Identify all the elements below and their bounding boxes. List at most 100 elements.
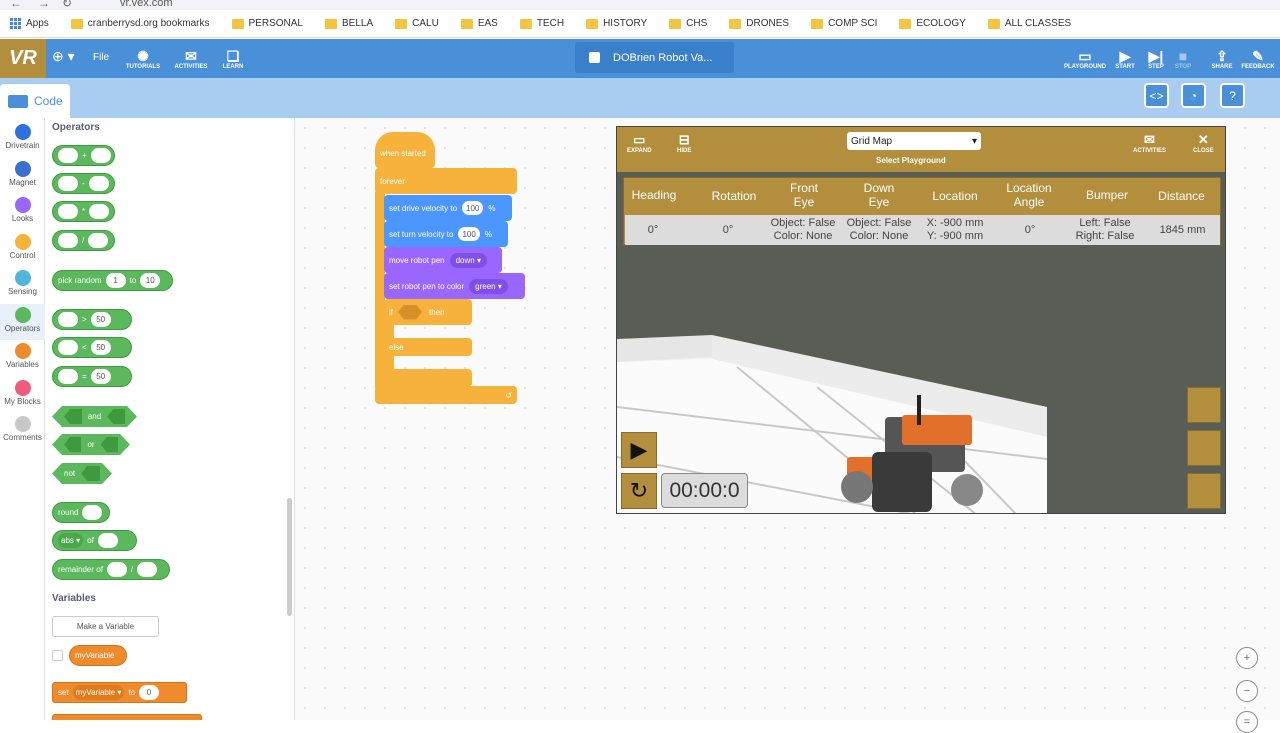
round-block[interactable]: round [52,502,110,523]
and-block[interactable]: and [52,406,137,427]
down-eye-value: Object: False Color: None [846,217,912,242]
tutorials-button[interactable]: ✺ TUTORIALS [124,39,162,78]
greater-than-block[interactable]: >50 [52,309,132,330]
when-started-block[interactable]: when started [375,132,435,168]
zoom-reset-icon[interactable]: = [1236,711,1258,733]
bookmark-item[interactable]: DRONES [729,18,789,29]
stop-button[interactable]: ■ STOP [1172,39,1194,78]
equals-block[interactable]: = 50 [52,366,132,387]
set-drive-velocity-block[interactable]: set drive velocity to 100 % [384,195,512,221]
category-operators[interactable]: Operators [0,304,45,340]
bumper-header: Bumper [1085,188,1129,202]
bookmark-item[interactable]: ECOLOGY [899,18,966,29]
playground-select[interactable]: Grid Map ▾ [847,132,981,150]
bookmark-item[interactable]: COMP SCI [811,18,877,29]
bookmark-item[interactable]: HISTORY [586,18,647,29]
bookmark-item[interactable]: EAS [460,18,498,29]
if-else-block[interactable]: if then [384,299,472,325]
less-than-block[interactable]: <50 [52,337,132,358]
rotation-header: Rotation [711,189,757,203]
expand-button[interactable]: ▭ EXPAND [627,132,652,154]
feedback-button[interactable]: ✎ FEEDBACK [1240,39,1276,78]
share-button[interactable]: ⇪ SHARE [1208,39,1236,78]
bookmark-item[interactable]: BELLA [324,18,373,29]
forward-icon[interactable]: → [38,0,50,10]
expand-icon: ▭ [633,132,646,147]
multiply-block[interactable]: * [52,201,115,222]
pg-activities-button[interactable]: ✉ ACTIVITIES [1133,132,1166,154]
operators-heading: Operators [52,122,100,133]
file-menu[interactable]: File [93,52,109,63]
step-button[interactable]: ▶| STEP [1145,39,1167,78]
bookmark-item[interactable]: ALL CLASSES [987,18,1071,29]
set-robot-pen-color-block[interactable]: set robot pen to color green ▾ [384,273,525,299]
playground-icon: ▭ [1078,47,1092,64]
divide-block[interactable]: / [52,230,115,251]
location-angle-value: 0° [1024,224,1036,236]
make-variable-button[interactable]: Make a Variable [52,616,159,637]
folder-icon [231,18,244,29]
bookmark-item[interactable]: CALU [395,18,439,29]
my-variable-block[interactable]: myVariable [69,645,127,666]
camera-toggle-button[interactable] [1187,430,1221,466]
address-bar[interactable]: vr.vex.com [120,0,173,9]
project-name[interactable]: DOBrien Robot Va... [575,42,734,73]
bookmark-item[interactable]: PERSONAL [231,18,303,29]
reload-icon[interactable]: ↻ [62,0,72,10]
variable-checkbox[interactable] [52,650,63,661]
hide-button[interactable]: ⊟ HIDE [677,132,691,154]
bookmark-item[interactable]: cranberrysd.org bookmarks [70,18,210,29]
reset-button[interactable]: ↻ [621,473,657,509]
help-button[interactable]: ? [1220,83,1245,108]
category-looks[interactable]: Looks [0,197,45,223]
playground-button[interactable]: ▭ PLAYGROUND [1062,39,1108,78]
category-magnet[interactable]: Magnet [0,161,45,187]
category-variables[interactable]: Variables [0,343,45,369]
play-button[interactable]: ▶ [621,432,657,468]
category-my-blocks[interactable]: My Blocks [0,380,45,406]
back-icon[interactable]: ← [10,0,22,10]
close-button[interactable]: ✕ CLOSE [1193,132,1214,154]
dashboard-button[interactable]: ◔ [1181,83,1206,108]
category-drivetrain[interactable]: Drivetrain [0,124,45,150]
bumper-value: Left: False Right: False [1075,217,1135,242]
code-tab[interactable]: Code [0,84,70,118]
loop-arrow-icon: ↺ [505,390,512,400]
remainder-block[interactable]: remainder of / [52,559,170,580]
folder-icon [586,18,599,29]
select-playground-label: Select Playground [876,156,946,165]
view-toggle-button[interactable] [1187,473,1221,509]
bookmark-item[interactable]: TECH [519,18,564,29]
pick-random-block[interactable]: pick random 1 to 10 [52,270,173,291]
category-control[interactable]: Control [0,234,45,260]
bookmark-item[interactable]: CHS [669,18,707,29]
category-sensing[interactable]: Sensing [0,270,45,296]
or-block[interactable]: or [52,434,130,455]
start-button[interactable]: ▶ START [1114,39,1136,78]
browser-toolbar: ← → ↻ vr.vex.com [0,0,1280,10]
language-globe-icon[interactable]: ⊕ ▾ [52,48,75,65]
share-icon: ⇪ [1216,47,1228,64]
play-icon: ▶ [630,437,648,462]
move-robot-pen-block[interactable]: move robot pen down ▾ [384,247,502,273]
zoom-in-icon[interactable]: + [1236,647,1258,669]
bookmark-apps[interactable]: Apps [10,18,49,29]
zoom-out-icon[interactable]: − [1236,680,1258,702]
activities-button[interactable]: ✉ ACTIVITIES [172,39,210,78]
category-comments[interactable]: Comments [0,416,45,442]
change-variable-block[interactable] [52,714,202,720]
forever-block[interactable]: forever [375,168,517,194]
forever-bottom: ↺ [375,386,517,404]
code-view-button[interactable]: <> [1144,83,1169,108]
grid-toggle-button[interactable] [1187,387,1221,423]
subtract-block[interactable]: - [52,173,115,194]
not-block[interactable]: not [52,463,112,484]
add-block[interactable]: + [52,145,115,166]
book-icon: ❏ [226,47,240,64]
set-variable-block[interactable]: set myVariable ▾ to 0 [52,682,187,703]
set-turn-velocity-block[interactable]: set turn velocity to 100 % [384,221,508,247]
learn-button[interactable]: ❏ LEARN [218,39,248,78]
palette-scrollbar[interactable] [287,498,292,616]
abs-block[interactable]: abs ▾ of [52,530,137,551]
hide-icon: ⊟ [678,132,690,147]
